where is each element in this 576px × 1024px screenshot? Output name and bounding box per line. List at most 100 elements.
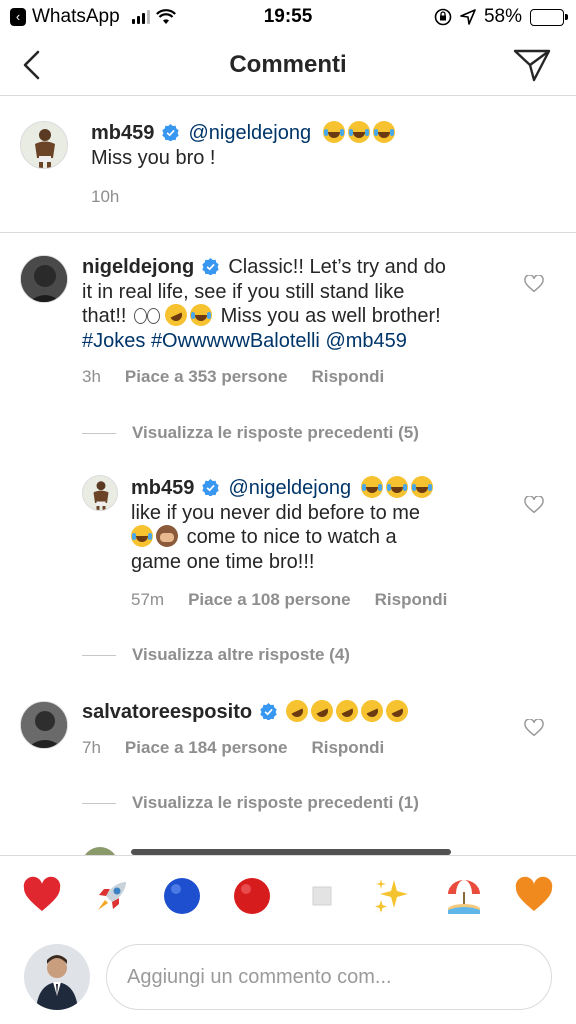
status-right: 58% [434, 6, 568, 28]
comment-body: salvatoreesposito [82, 696, 522, 726]
reply-button[interactable]: Rispondi [375, 590, 448, 610]
like-heart-icon[interactable] [524, 275, 544, 293]
avatar[interactable] [20, 255, 68, 303]
view-more-replies-label: Visualizza altre risposte (4) [132, 645, 350, 664]
rofl-emoji-icon [332, 696, 362, 726]
likes-count[interactable]: Piace a 108 persone [188, 590, 351, 610]
avatar-image [21, 256, 67, 302]
avatar-image [24, 944, 90, 1010]
comment-meta: 57m Piace a 108 persone Rispondi [131, 590, 447, 610]
current-user-avatar[interactable] [24, 944, 90, 1010]
divider-line [82, 432, 116, 434]
comment-input[interactable] [106, 944, 552, 1010]
see-no-evil-monkey-icon [156, 525, 178, 547]
white-square-emoji-icon[interactable] [302, 876, 342, 916]
reactions-divider [0, 855, 576, 856]
comment-text: that!! [82, 305, 127, 327]
comment-mention[interactable]: @mb459 [325, 330, 406, 352]
comment-text: like if you never did before to me [131, 501, 421, 524]
avatar-image [35, 129, 55, 168]
likes-count[interactable]: Piace a 184 persone [125, 738, 288, 758]
rofl-emoji-icon [282, 696, 312, 726]
verified-badge-icon [202, 479, 219, 496]
sparkles-emoji-icon[interactable] [372, 876, 412, 916]
reply-button[interactable]: Rispondi [311, 738, 384, 758]
avatar[interactable] [20, 121, 68, 169]
blue-circle-emoji-icon[interactable] [162, 876, 202, 916]
comment-text: come to nice to watch a [186, 526, 397, 548]
comment-body: nigeldejong Classic!! Let’s try and do i… [82, 255, 522, 353]
red-circle-emoji-icon[interactable] [232, 876, 272, 916]
comment-text: Miss you as well brother! [220, 305, 441, 327]
rocket-emoji-icon[interactable] [92, 876, 132, 916]
reply-button[interactable]: Rispondi [311, 367, 384, 387]
view-previous-replies[interactable]: Visualizza le risposte precedenti (1) [82, 793, 419, 813]
battery-icon [530, 8, 568, 26]
location-icon [460, 9, 476, 25]
rofl-emoji-icon [357, 696, 387, 726]
joy-emoji-icon [385, 476, 408, 498]
divider-line [82, 654, 116, 656]
comment-mention[interactable]: @nigeldejong [229, 477, 352, 499]
status-bar: ‹ WhatsApp 19:55 58% [0, 0, 576, 36]
comment-text: Miss you bro ! [91, 146, 216, 169]
battery-percent: 58% [483, 6, 522, 27]
avatar[interactable] [82, 475, 118, 511]
view-more-replies[interactable]: Visualizza altre risposte (4) [82, 645, 350, 665]
likes-count[interactable]: Piace a 353 persone [125, 367, 288, 387]
comment-text: game one time bro!!! [131, 550, 315, 573]
eyes-emoji-icon [132, 304, 162, 326]
comment-item: nigeldejong Classic!! Let’s try and do i… [0, 233, 576, 463]
joy-emoji-icon [360, 476, 383, 498]
heart-emoji-icon[interactable] [22, 876, 62, 916]
comment-time: 57m [131, 590, 165, 609]
avatar[interactable] [20, 701, 68, 749]
quick-reactions-bar [0, 866, 576, 926]
divider-line [82, 802, 116, 804]
comment-meta: 3h Piace a 353 persone Rispondi [82, 367, 384, 387]
joy-emoji-icon [322, 121, 345, 143]
reply-item: mb459 @nigeldejong like if you never did… [0, 463, 576, 673]
hashtag-link[interactable]: #Jokes [82, 330, 145, 352]
verified-badge-icon [162, 124, 179, 141]
partial-reply-avatar [82, 847, 118, 855]
avatar-image [21, 702, 67, 748]
comment-text: it in real life, see if you still stand … [82, 280, 405, 303]
comment-username[interactable]: nigeldejong [82, 256, 194, 278]
comment-time: 3h [82, 367, 101, 386]
avatar-image [93, 481, 109, 510]
comment-item: salvatoreesposito 7h Piace a 184 persone… [0, 673, 576, 855]
comment-meta: 7h Piace a 184 persone Rispondi [82, 738, 384, 758]
rofl-emoji-icon [307, 696, 337, 726]
comment-username[interactable]: mb459 [131, 477, 194, 499]
rofl-emoji-icon [382, 696, 412, 726]
beach-umbrella-emoji-icon[interactable] [444, 876, 484, 916]
orientation-lock-icon [434, 8, 452, 26]
comment-mention[interactable]: @nigeldejong [189, 122, 312, 144]
comment-time: 7h [82, 738, 101, 757]
comment-time: 10h [91, 187, 120, 206]
joy-emoji-icon [347, 121, 370, 143]
page-title: Commenti [229, 51, 347, 78]
view-previous-replies[interactable]: Visualizza le risposte precedenti (5) [82, 423, 419, 443]
like-heart-icon[interactable] [524, 719, 544, 737]
verified-badge-icon [259, 703, 277, 720]
comment-body: mb459 @nigeldejong like if you never did… [131, 476, 521, 574]
comment-body: mb459 @nigeldejong Miss you bro ! [91, 121, 551, 170]
joy-emoji-icon [372, 121, 395, 143]
caption-comment: mb459 @nigeldejong Miss you bro ! 10h [0, 97, 576, 233]
view-previous-replies-label: Visualizza le risposte precedenti (5) [132, 423, 419, 442]
comment-username[interactable]: salvatoreesposito [82, 701, 252, 723]
hashtag-link[interactable]: #OwwwwwBalotelli [151, 330, 320, 352]
comment-meta: 10h [91, 187, 119, 207]
joy-emoji-icon [190, 304, 213, 326]
verified-badge-icon [202, 258, 219, 275]
comment-username[interactable]: mb459 [91, 122, 154, 144]
joy-emoji-icon [410, 476, 433, 498]
view-previous-replies-label: Visualizza le risposte precedenti (1) [132, 793, 419, 812]
like-heart-icon[interactable] [524, 496, 544, 514]
joy-emoji-icon [131, 525, 153, 547]
comment-text: Classic!! Let’s try and do [228, 256, 446, 278]
paper-plane-icon[interactable] [512, 47, 552, 83]
orange-heart-emoji-icon[interactable] [514, 876, 554, 916]
